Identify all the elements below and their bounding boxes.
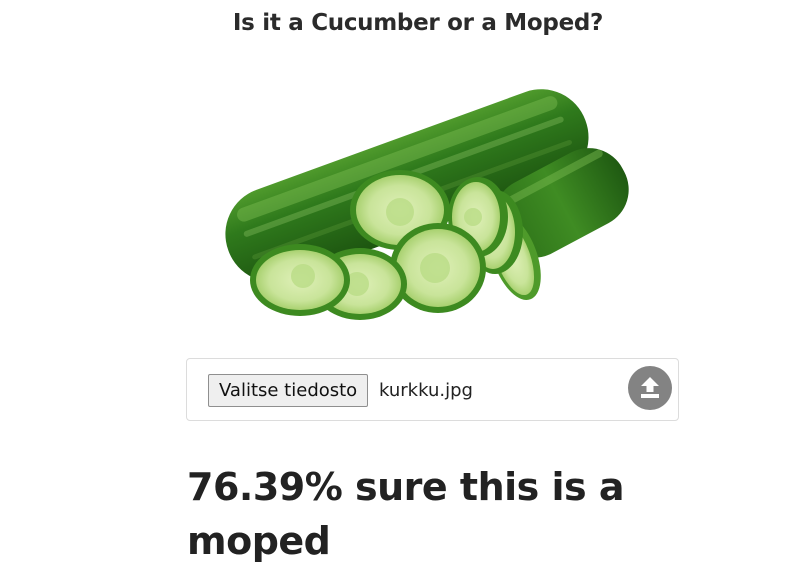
upload-icon (641, 377, 659, 398)
upload-form: Valitse tiedosto kurkku.jpg (186, 358, 679, 421)
choose-file-button[interactable]: Valitse tiedosto (208, 374, 369, 407)
selected-file-name: kurkku.jpg (379, 380, 473, 401)
image-preview (195, 62, 645, 342)
result-text: 76.39% sure this is a moped (187, 465, 625, 563)
cucumber-image (225, 89, 629, 320)
upload-button[interactable] (628, 366, 672, 410)
page-title: Is it a Cucumber or a Moped? (232, 10, 604, 36)
